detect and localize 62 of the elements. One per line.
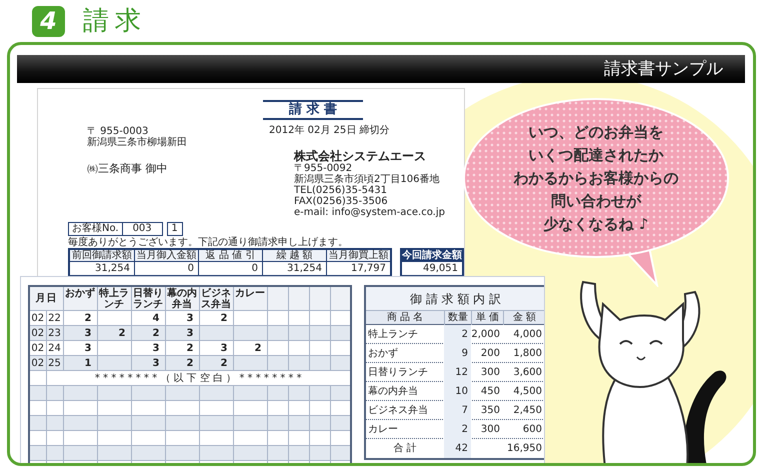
table-cell-text: 4,500 [512,385,543,399]
table-cell-text: おかず [367,346,399,361]
table-cell-text: 200 [480,347,501,361]
table-cell-text: 31,254 [94,262,131,275]
column-header: 商 品 名 [386,311,424,325]
table-cell-text: 350 [480,404,501,418]
table-cell: 0 [198,262,262,275]
table-cell-text: 1,800 [512,347,543,361]
customer-number-label: お客様No. [71,223,120,235]
recipient-address: 新潟県三条市柳場新田 [87,137,188,148]
column-header: 当月御入金額 [134,250,198,262]
issuer-name: 株式会社システムエース [294,150,427,163]
table-cell: 17,797 [326,262,390,275]
column-header: 当月御買上額 [326,250,390,262]
table-cell-text: 幕の内弁当 [367,384,419,399]
table-cell-text: 16,950 [506,442,543,456]
table-cell-text: 300 [480,366,501,380]
table-cell: 31,254 [262,262,326,275]
closing-date: 2012年 02月 25日 締切分 [269,125,390,136]
column-header: 繰 越 額 [262,250,326,262]
table-cell-text: 450 [480,385,501,399]
table-cell-text: 合 計 [392,442,418,456]
invoice-title: 請 求 書 [263,100,363,120]
section-title: 請求 [83,4,147,38]
column-header: 返 品 値 引 [198,250,262,262]
table-cell: 10 [444,382,471,401]
recipient-name: ㈱三条商事 御中 [87,162,168,175]
postal-code: 〒 955-0003 [87,126,148,137]
issuer-detail: 〒955-0092 [294,163,352,174]
table-cell: 0 [134,262,198,275]
table-cell-text: 2,000 [471,328,501,342]
table-cell-text: 特上ランチ [367,328,419,342]
table-cell: 42 [444,439,471,458]
table-cell: 12 [444,363,471,382]
page-number: 1 [166,222,183,236]
table-cell-text: 日替りランチ [367,366,429,380]
table-cell-text: 3,600 [512,366,543,380]
table-cell-text: 300 [480,423,501,437]
step-badge: 4 [32,6,65,36]
customer-number: 003 [122,223,162,235]
table-cell: 2 [444,420,471,439]
column-header: 単 価 [471,311,503,325]
table-cell-text: 600 [522,423,543,437]
table-title: 御 請 求 額 内 訳 [366,287,544,311]
issuer-detail: e-mail: info@system-ace.co.jp [294,207,445,218]
table-cell-text: 2,450 [512,404,543,418]
total-label: 今回請求金額 [402,250,462,262]
table-cell: 2 [444,325,471,344]
greeting-text: 毎度ありがとうございます。下記の通り御請求申し上げます。 [68,237,349,248]
issuer-detail: TEL(0256)35-5431 [294,185,388,196]
total-amount: 49,051 [422,262,459,275]
table-cell: 7 [444,401,471,420]
column-header: 前回御請求額 [70,250,134,262]
table-cell-text: カレー [367,423,399,437]
issuer-detail: 新潟県三条市須頃2丁目106番地 [294,174,440,185]
issuer-detail: FAX(0256)35-3506 [294,196,389,207]
table-cell-text: ビジネス弁当 [367,404,429,418]
bubble-text: いつ、どのお弁当を いくつ配達されたか わかるからお客様からの 問い合わせが 少なくなるね ♪ [512,122,680,234]
banner-title: 請求書サンプル [17,55,745,83]
table-cell-text: 4,000 [512,328,543,342]
table-cell: 9 [444,344,471,363]
column-header: 金 額 [503,311,544,325]
